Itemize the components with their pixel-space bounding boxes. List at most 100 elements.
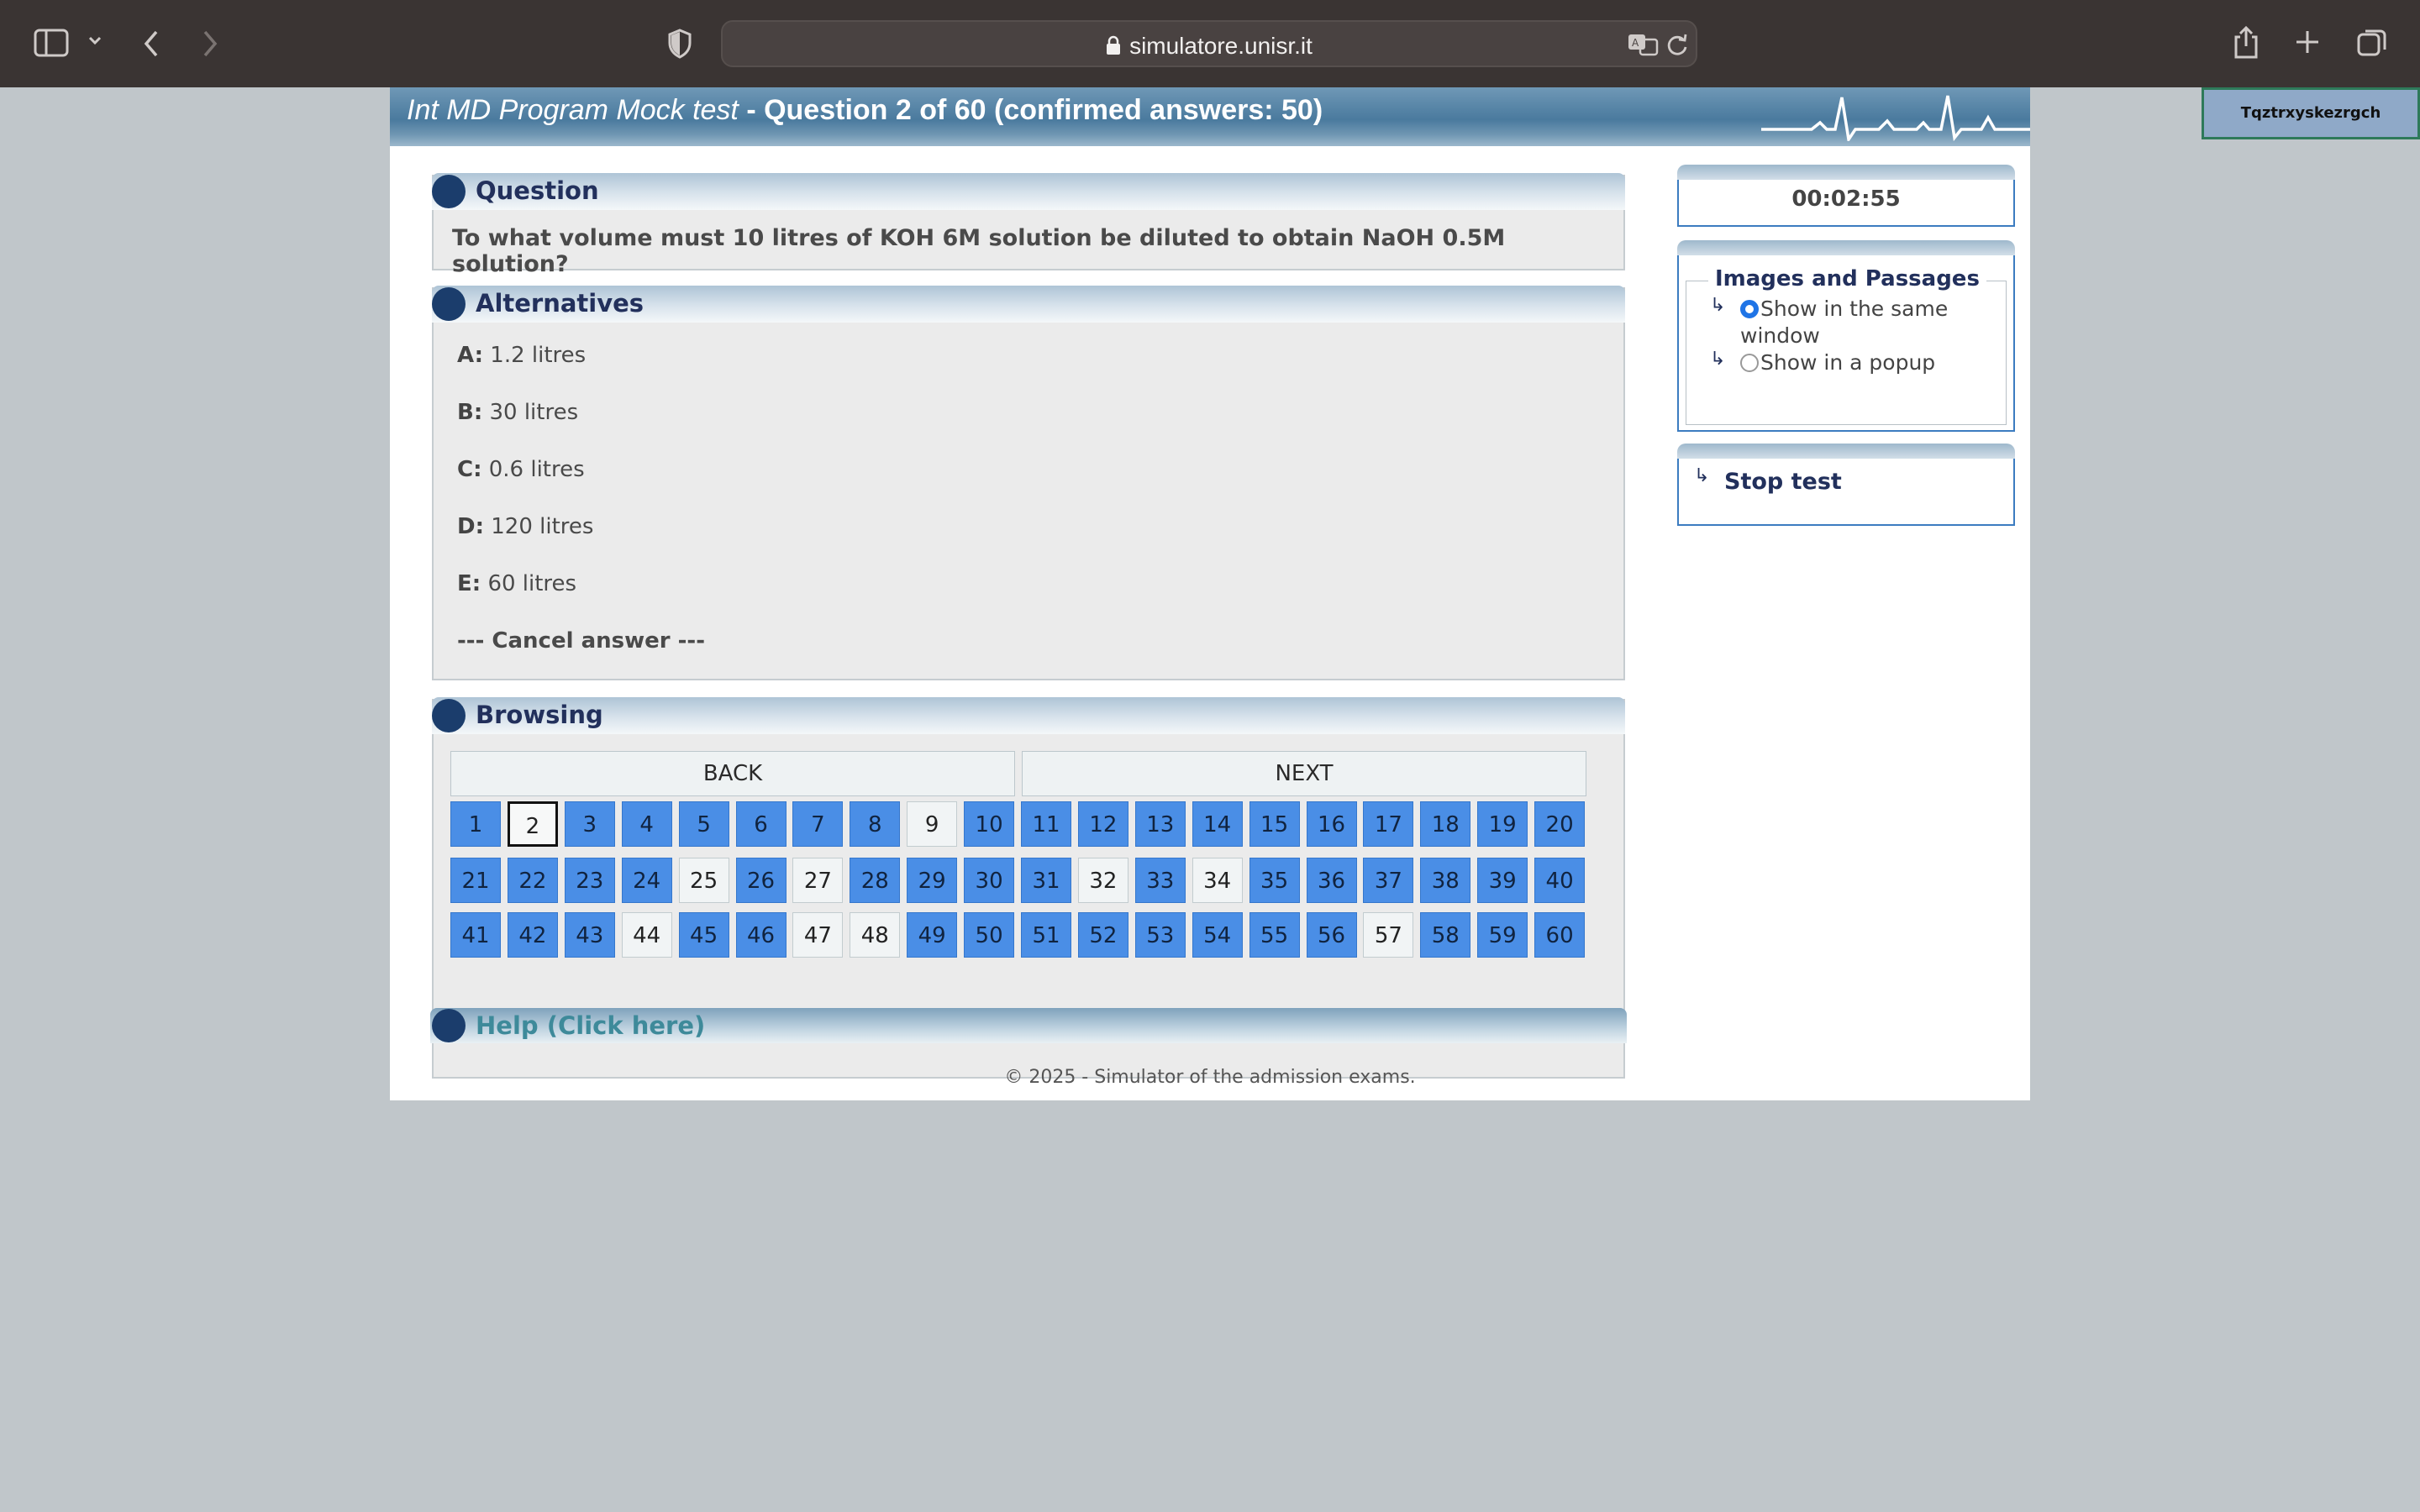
question-number-button[interactable]: 19: [1477, 801, 1528, 847]
help-panel-header[interactable]: Help (Click here): [430, 1008, 1627, 1043]
arrow-bullet-icon: ↳: [1710, 295, 1726, 316]
question-number-button[interactable]: 35: [1249, 858, 1300, 903]
question-number-button[interactable]: 41: [450, 912, 501, 958]
alternative-b[interactable]: B: 30 litres: [457, 400, 578, 425]
question-number-button[interactable]: 42: [507, 912, 558, 958]
question-number-button[interactable]: 16: [1306, 801, 1357, 847]
alternative-letter: D:: [457, 514, 484, 539]
question-number-button[interactable]: 54: [1192, 912, 1243, 958]
question-number-button[interactable]: 10: [964, 801, 1015, 847]
question-number-button[interactable]: 26: [735, 858, 786, 903]
timer-display: 00:02:55: [1791, 186, 1901, 212]
question-number-button[interactable]: 36: [1306, 858, 1357, 903]
question-number-button[interactable]: 4: [621, 801, 672, 847]
new-tab-icon[interactable]: [2294, 29, 2321, 55]
question-number-button[interactable]: 21: [450, 858, 501, 903]
question-number-button[interactable]: 12: [1077, 801, 1128, 847]
question-number-button[interactable]: 28: [850, 858, 901, 903]
question-number-button[interactable]: 22: [507, 858, 558, 903]
question-number-button[interactable]: 47: [792, 912, 844, 958]
question-number-button[interactable]: 15: [1249, 801, 1300, 847]
question-number-button[interactable]: 57: [1363, 912, 1414, 958]
share-icon[interactable]: [2232, 25, 2260, 60]
question-number-button[interactable]: 52: [1077, 912, 1128, 958]
question-number-button[interactable]: 18: [1420, 801, 1471, 847]
alternative-c[interactable]: C: 0.6 litres: [457, 457, 585, 482]
question-number-button[interactable]: 55: [1249, 912, 1300, 958]
question-number-button[interactable]: 5: [678, 801, 729, 847]
chevron-down-icon[interactable]: [87, 35, 103, 47]
question-number-button[interactable]: 6: [735, 801, 786, 847]
option-same-window-label-cont[interactable]: window: [1740, 323, 1820, 348]
question-number-button[interactable]: 29: [907, 858, 958, 903]
alternative-d[interactable]: D: 120 litres: [457, 514, 593, 539]
question-number-button[interactable]: 13: [1134, 801, 1186, 847]
question-number-button[interactable]: 25: [678, 858, 729, 903]
question-number-button[interactable]: 2: [507, 801, 558, 847]
browser-toolbar: simulatore.unisr.it A: [0, 0, 2420, 87]
question-number-button[interactable]: 60: [1534, 912, 1586, 958]
question-number-button[interactable]: 17: [1363, 801, 1414, 847]
alternative-e[interactable]: E: 60 litres: [457, 571, 576, 596]
question-number-button[interactable]: 45: [678, 912, 729, 958]
question-number-button[interactable]: 48: [850, 912, 901, 958]
question-number-button[interactable]: 8: [850, 801, 901, 847]
option-popup-label[interactable]: Show in a popup: [1760, 350, 1935, 375]
question-number-button[interactable]: 34: [1192, 858, 1243, 903]
question-number-button[interactable]: 46: [735, 912, 786, 958]
question-number-button[interactable]: 51: [1021, 912, 1071, 958]
test-name: Int MD Program Mock test: [407, 94, 739, 126]
question-number-button[interactable]: 27: [792, 858, 844, 903]
question-number-button[interactable]: 40: [1534, 858, 1586, 903]
question-number-button[interactable]: 58: [1420, 912, 1471, 958]
cancel-answer-link[interactable]: --- Cancel answer ---: [457, 628, 705, 654]
question-number-button[interactable]: 23: [564, 858, 615, 903]
question-number-button[interactable]: 50: [964, 912, 1015, 958]
sidebar-toggle-icon[interactable]: [34, 29, 69, 57]
question-number-button[interactable]: 38: [1420, 858, 1471, 903]
question-number-button[interactable]: 37: [1363, 858, 1414, 903]
user-id-tab[interactable]: Tqztrxyskezrgch: [2202, 87, 2420, 139]
back-button[interactable]: BACK: [450, 751, 1015, 796]
help-link[interactable]: Help (Click here): [476, 1011, 705, 1040]
radio-popup[interactable]: [1740, 354, 1759, 372]
banner-separator: -: [738, 94, 765, 126]
footer-copyright: © 2025 - Simulator of the admission exam…: [1004, 1067, 1416, 1088]
url-display[interactable]: simulatore.unisr.it: [723, 33, 1696, 61]
back-arrow-icon[interactable]: [141, 29, 161, 59]
question-number-button[interactable]: 31: [1021, 858, 1071, 903]
forward-arrow-icon[interactable]: [200, 29, 220, 59]
question-number-button[interactable]: 33: [1134, 858, 1186, 903]
question-number-button[interactable]: 32: [1077, 858, 1128, 903]
question-number-button[interactable]: 43: [564, 912, 615, 958]
question-number-button[interactable]: 49: [907, 912, 958, 958]
stop-test-link[interactable]: Stop test: [1724, 469, 1842, 495]
question-number-button[interactable]: 56: [1306, 912, 1357, 958]
option-same-window-label[interactable]: Show in the same: [1760, 297, 1948, 321]
address-bar[interactable]: simulatore.unisr.it A: [721, 20, 1697, 67]
translate-icon[interactable]: A: [1627, 32, 1660, 57]
question-number-button[interactable]: 7: [792, 801, 844, 847]
banner-title: Int MD Program Mock test - Question 2 of…: [407, 94, 1323, 127]
question-number-button[interactable]: 44: [621, 912, 672, 958]
question-number-button[interactable]: 39: [1477, 858, 1528, 903]
shield-icon[interactable]: [667, 29, 692, 59]
radio-same-window[interactable]: [1740, 300, 1759, 318]
tab-overview-icon[interactable]: [2356, 27, 2388, 59]
question-number-button[interactable]: 3: [564, 801, 615, 847]
alternative-letter: E:: [457, 571, 481, 596]
question-number-button[interactable]: 24: [621, 858, 672, 903]
question-number-button[interactable]: 53: [1134, 912, 1186, 958]
alternatives-panel: Alternatives A: 1.2 litres B: 30 litres …: [432, 286, 1625, 680]
question-number-button[interactable]: 30: [964, 858, 1015, 903]
reload-icon[interactable]: [1665, 32, 1689, 57]
question-number-button[interactable]: 9: [907, 801, 958, 847]
question-number-button[interactable]: 14: [1192, 801, 1243, 847]
question-number-button[interactable]: 11: [1021, 801, 1071, 847]
question-number-button[interactable]: 59: [1477, 912, 1528, 958]
next-button[interactable]: NEXT: [1022, 751, 1586, 796]
question-number-button[interactable]: 20: [1534, 801, 1586, 847]
question-number-button[interactable]: 1: [450, 801, 501, 847]
ecg-logo-icon: [1761, 95, 2030, 141]
alternative-a[interactable]: A: 1.2 litres: [457, 343, 586, 368]
